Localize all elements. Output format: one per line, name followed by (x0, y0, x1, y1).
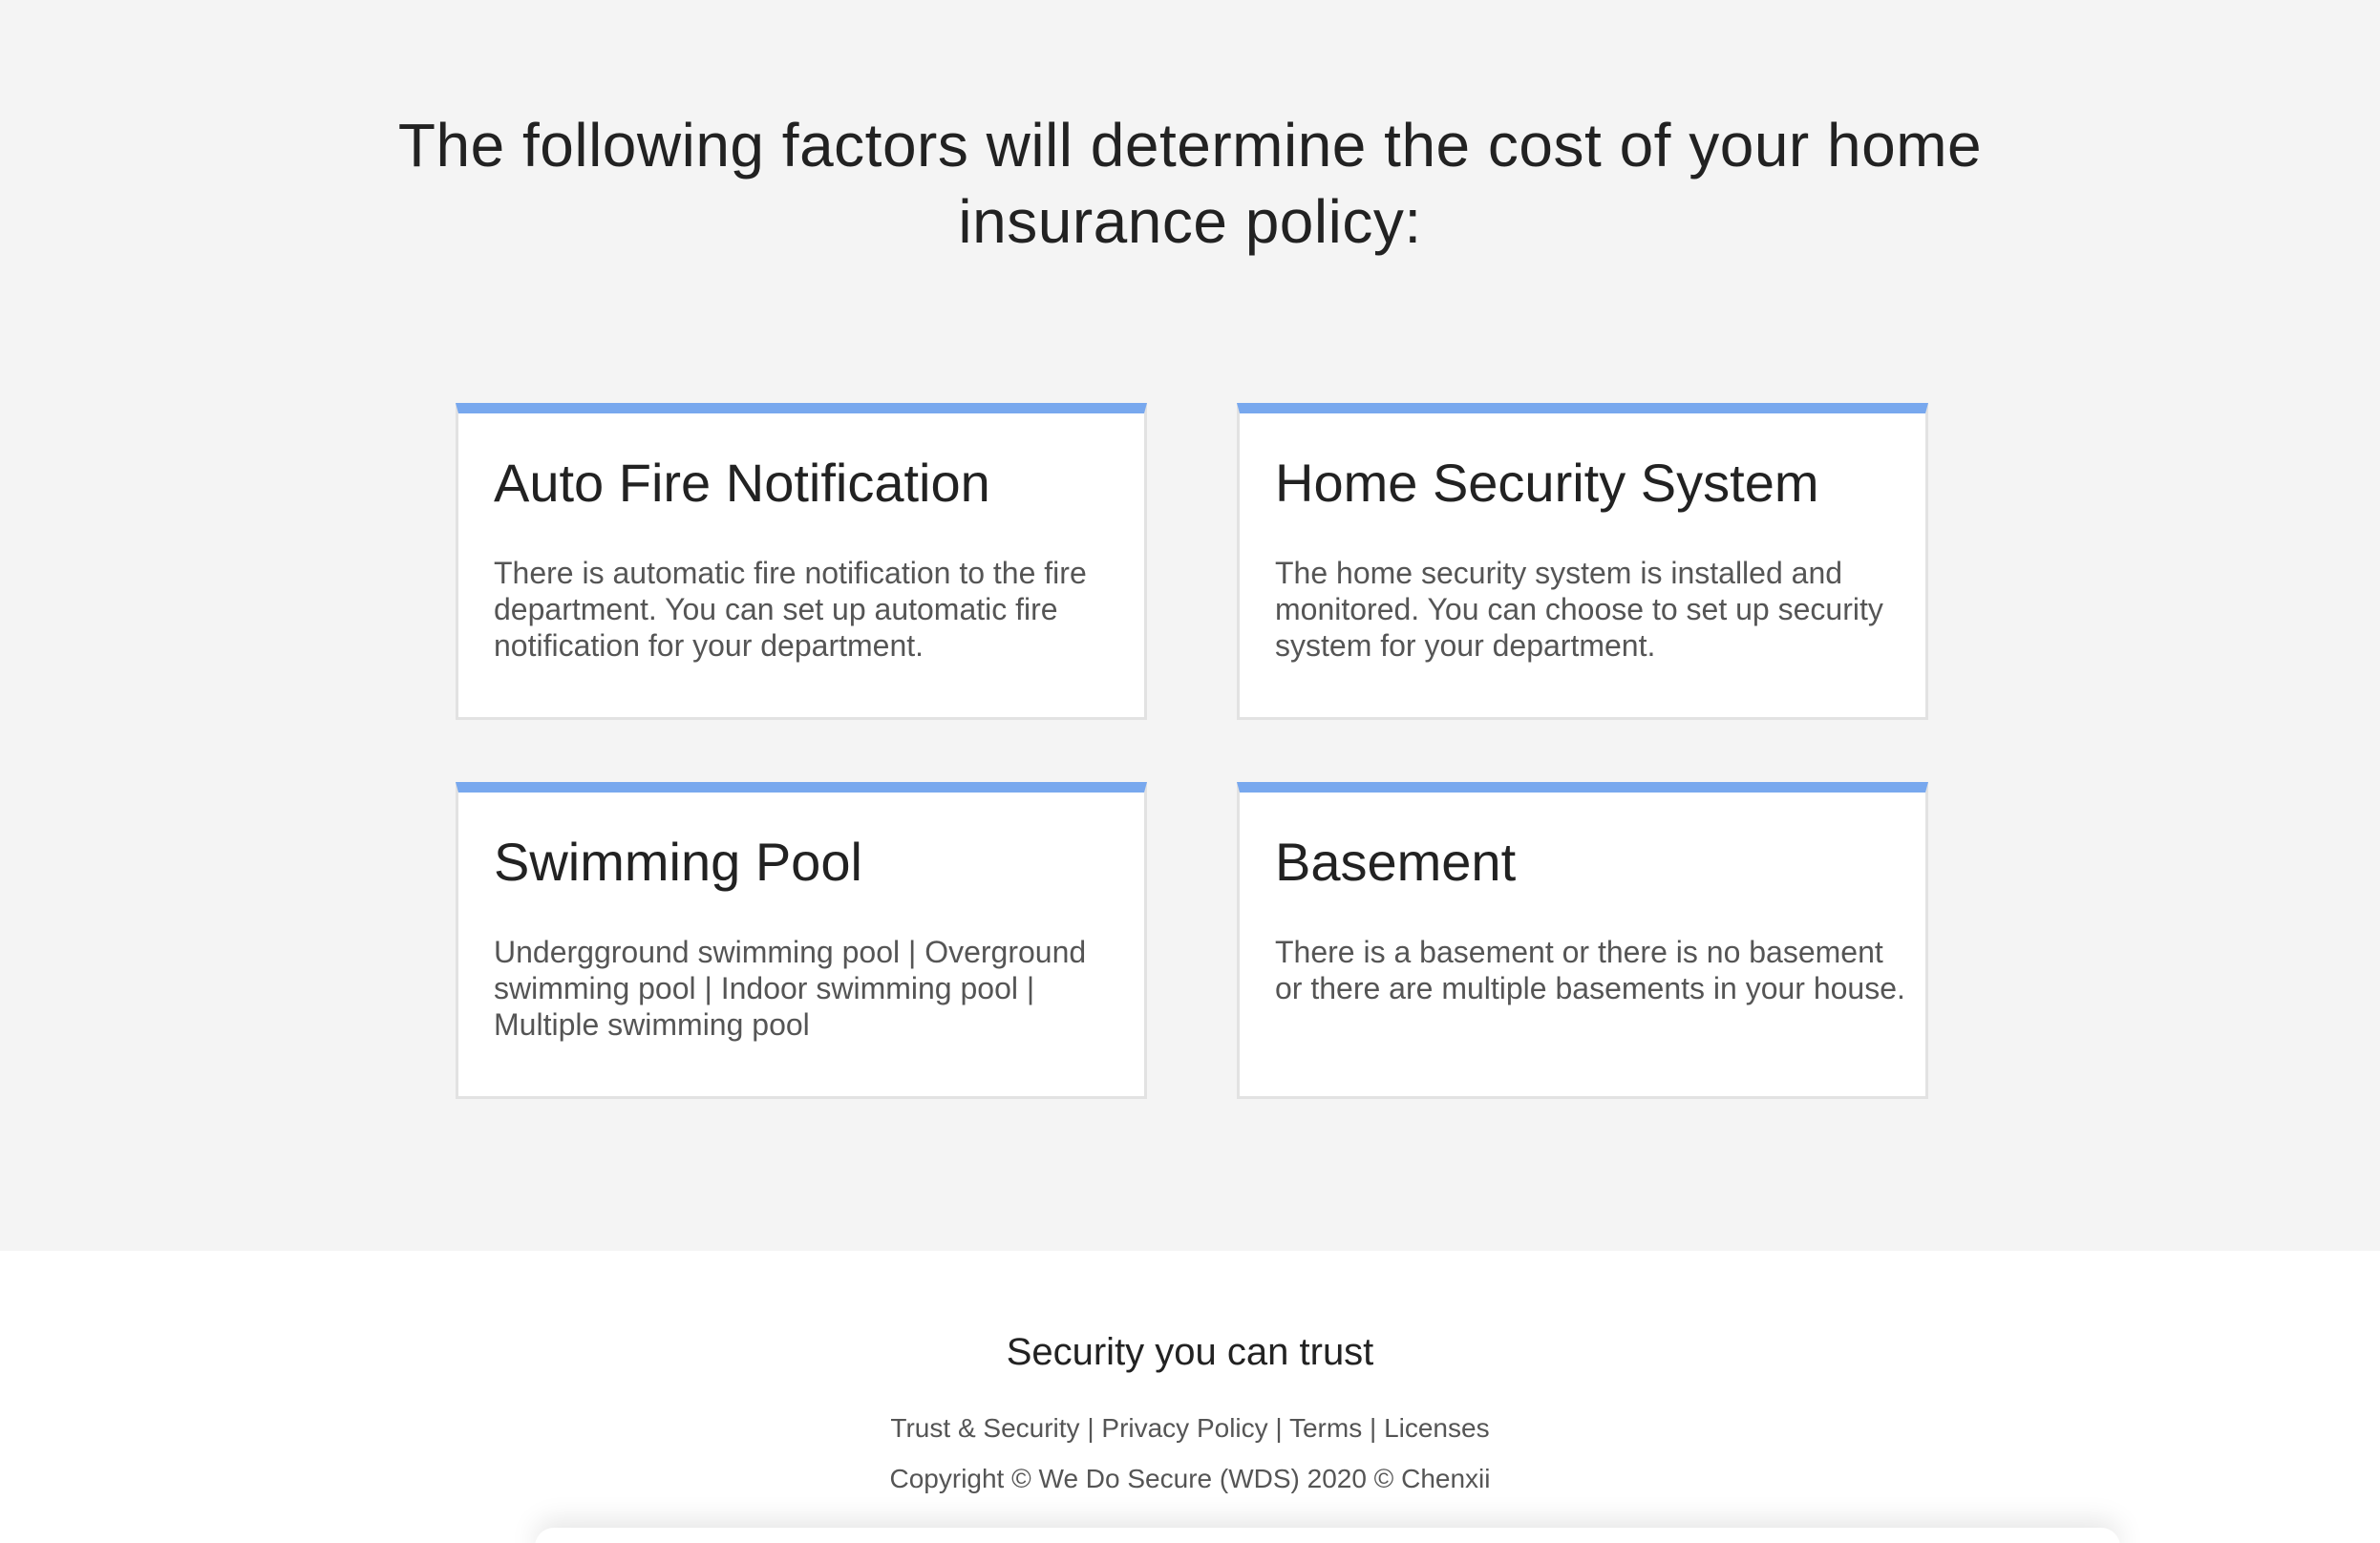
licenses-link[interactable]: Licenses (1384, 1413, 1490, 1443)
footer-title: Security you can trust (1006, 1331, 1374, 1373)
factors-section: The following factors will determine the… (0, 0, 2380, 1251)
card-description: Undergground swimming pool | Overground … (494, 935, 1087, 1042)
card-title: Basement (1275, 832, 1517, 892)
trust-security-link[interactable]: Trust & Security (890, 1413, 1079, 1443)
factor-card-auto-fire-notification: Auto Fire Notification There is automati… (456, 403, 1147, 720)
card-title: Home Security System (1275, 453, 1819, 513)
factor-card-swimming-pool: Swimming Pool Undergground swimming pool… (456, 782, 1147, 1099)
bottom-panel-edge (535, 1528, 2120, 1543)
page-heading: The following factors will determine the… (397, 111, 1983, 256)
terms-link[interactable]: Terms (1289, 1413, 1362, 1443)
card-description: There is a basement or there is no basem… (1275, 935, 1905, 1005)
card-title: Swimming Pool (494, 832, 862, 892)
site-footer: Security you can trust Trust & Security … (0, 1251, 2380, 1543)
factor-card-basement: Basement There is a basement or there is… (1237, 782, 1928, 1099)
footer-links: Trust & Security | Privacy Policy | Term… (0, 1411, 2380, 1446)
footer-separator: | (1362, 1413, 1385, 1443)
footer-separator: | (1079, 1413, 1102, 1443)
copyright-text: Copyright © We Do Secure (WDS) 2020 © Ch… (889, 1464, 1491, 1493)
card-description: There is automatic fire notification to … (494, 556, 1087, 663)
footer-separator: | (1267, 1413, 1289, 1443)
privacy-policy-link[interactable]: Privacy Policy (1101, 1413, 1267, 1443)
card-title: Auto Fire Notification (494, 453, 990, 513)
factor-card-home-security-system: Home Security System The home security s… (1237, 403, 1928, 720)
card-description: The home security system is installed an… (1275, 556, 1883, 663)
